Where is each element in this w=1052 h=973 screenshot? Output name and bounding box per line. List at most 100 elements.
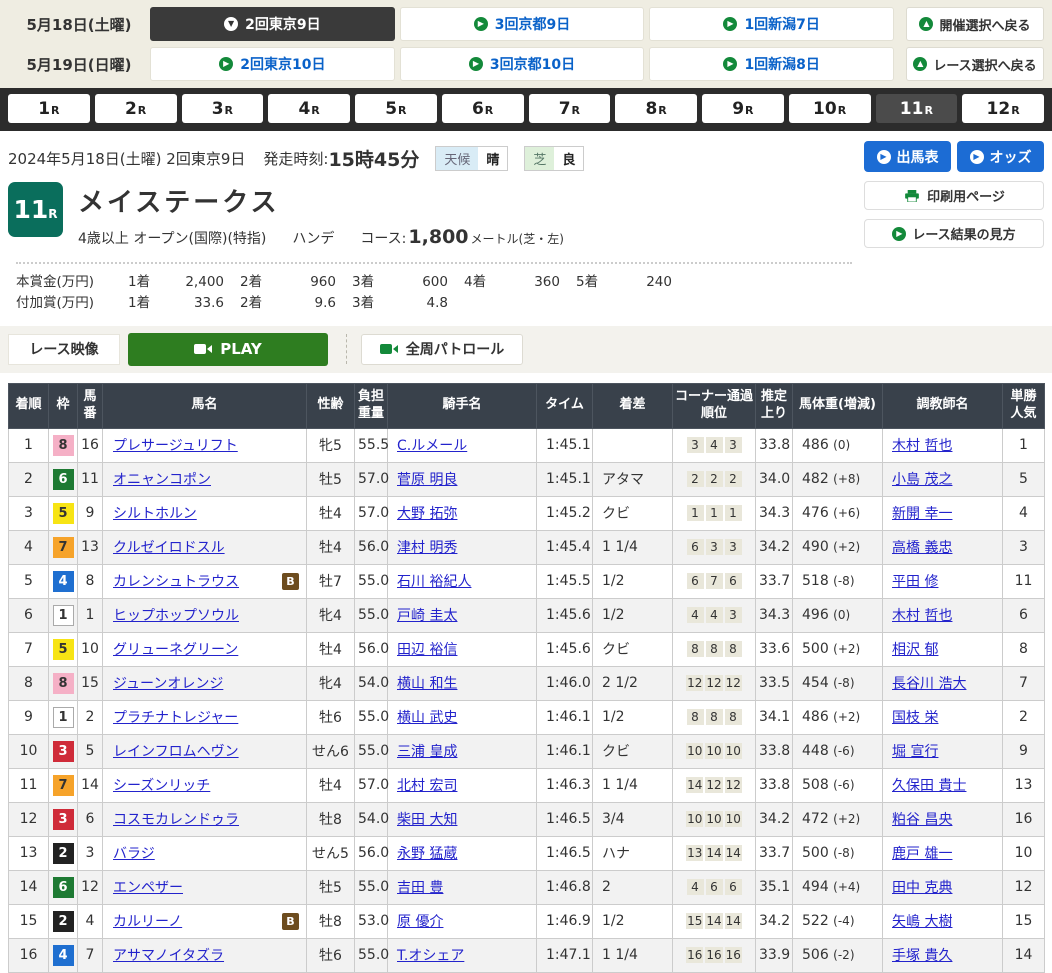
- race-tab-10r[interactable]: 10R: [789, 94, 871, 123]
- trainer-link[interactable]: 手塚 貴久: [892, 948, 952, 964]
- table-row: 1035レインフロムヘヴンせん655.0三浦 皇成1:46.1クビ1010103…: [9, 734, 1045, 768]
- race-tab-7r[interactable]: 7R: [529, 94, 611, 123]
- last-3f: 34.0: [756, 462, 793, 496]
- jockey-link[interactable]: 津村 明秀: [397, 540, 457, 556]
- race-tab-8r[interactable]: 8R: [615, 94, 697, 123]
- trainer-link[interactable]: 高橋 義忠: [892, 540, 952, 556]
- horse-name-link[interactable]: シルトホルン: [113, 503, 197, 523]
- corner-positions: 101010: [673, 802, 756, 836]
- how-to-read-button[interactable]: ▶ レース結果の見方: [864, 219, 1044, 248]
- sex-age: 牡7: [307, 564, 355, 598]
- horse-name-link[interactable]: グリューネグリーン: [113, 639, 238, 659]
- jockey-link[interactable]: T.オシェア: [397, 948, 464, 964]
- jockey-link[interactable]: 柴田 大知: [397, 812, 457, 828]
- trainer-link[interactable]: 新開 幸一: [892, 506, 952, 522]
- trainer-link[interactable]: 小島 茂之: [892, 472, 952, 488]
- trainer-link[interactable]: 鹿戸 雄一: [892, 846, 952, 862]
- horse-name-link[interactable]: カルリーノ: [113, 911, 182, 931]
- jockey-link[interactable]: 横山 武史: [397, 710, 457, 726]
- trainer-link[interactable]: 木村 哲也: [892, 438, 952, 454]
- trainer-link[interactable]: 木村 哲也: [892, 608, 952, 624]
- venue-tab-niigata8[interactable]: ▶ 1回新潟8日: [649, 47, 894, 81]
- horse-name-link[interactable]: プラチナトレジャー: [113, 707, 238, 727]
- trainer-link[interactable]: 平田 修: [892, 574, 938, 590]
- back-to-race-select-button[interactable]: ▲ レース選択へ戻る: [906, 47, 1044, 81]
- margin: 2 1/2: [593, 666, 673, 700]
- date-label: 5月19日(日曜): [8, 47, 150, 81]
- trainer-link[interactable]: 国枝 栄: [892, 710, 938, 726]
- horse-name-link[interactable]: プレサージュリフト: [113, 435, 238, 455]
- jockey-link[interactable]: 田辺 裕信: [397, 642, 457, 658]
- horse-name-link[interactable]: クルゼイロドスル: [113, 537, 225, 557]
- horse-name-link[interactable]: コスモカレンドゥラ: [113, 809, 239, 829]
- horse-name-link[interactable]: バラジ: [113, 843, 155, 863]
- race-tab-2r[interactable]: 2R: [95, 94, 177, 123]
- horse-name-link[interactable]: オニャンコポン: [113, 469, 211, 489]
- venue-tab-tokyo9[interactable]: ▼ 2回東京9日: [150, 7, 395, 41]
- race-tab-4r[interactable]: 4R: [268, 94, 350, 123]
- jockey-link[interactable]: 三浦 皇成: [397, 744, 457, 760]
- last-3f: 33.7: [756, 564, 793, 598]
- trainer-link[interactable]: 堀 宣行: [892, 744, 938, 760]
- race-video-button[interactable]: レース映像: [8, 334, 120, 365]
- race-tab-1r[interactable]: 1R: [8, 94, 90, 123]
- race-tab-6r[interactable]: 6R: [442, 94, 524, 123]
- odds-button[interactable]: ▶ オッズ: [957, 141, 1044, 172]
- frame-cell: 8: [49, 428, 78, 462]
- print-page-button[interactable]: 印刷用ページ: [864, 181, 1044, 210]
- race-tab-11r[interactable]: 11R: [876, 94, 958, 123]
- col-body-weight: 馬体重(増減): [793, 383, 883, 428]
- race-tab-number: 6: [472, 99, 484, 119]
- carried-weight: 57.0: [355, 768, 388, 802]
- trainer-link[interactable]: 長谷川 浩大: [892, 676, 966, 692]
- jockey-link[interactable]: 吉田 豊: [397, 880, 443, 896]
- patrol-video-button[interactable]: 全周パトロール: [361, 334, 523, 365]
- horse-number: 1: [78, 598, 103, 632]
- race-tab-12r[interactable]: 12R: [962, 94, 1044, 123]
- venue-tab-kyoto10[interactable]: ▶ 3回京都10日: [400, 47, 645, 81]
- jockey-link[interactable]: 永野 猛蔵: [397, 846, 457, 862]
- jockey-link[interactable]: 石川 裕紀人: [397, 574, 471, 590]
- race-tab-3r[interactable]: 3R: [182, 94, 264, 123]
- chevron-down-icon: ▼: [224, 17, 238, 31]
- jockey-link[interactable]: 戸崎 圭太: [397, 608, 457, 624]
- jockey-link[interactable]: 横山 和生: [397, 676, 457, 692]
- trainer-link[interactable]: 矢嶋 大樹: [892, 914, 952, 930]
- horse-number: 11: [78, 462, 103, 496]
- race-tab-9r[interactable]: 9R: [702, 94, 784, 123]
- race-tab-5r[interactable]: 5R: [355, 94, 437, 123]
- jockey-link[interactable]: 菅原 明良: [397, 472, 457, 488]
- trainer-link[interactable]: 田中 克典: [892, 880, 952, 896]
- horse-name-link[interactable]: レインフロムヘヴン: [113, 741, 239, 761]
- trainer-link[interactable]: 粕谷 昌央: [892, 812, 952, 828]
- horse-name-link[interactable]: ジューンオレンジ: [113, 673, 223, 693]
- horse-name-link[interactable]: エンペザー: [113, 877, 183, 897]
- back-to-meeting-select-button[interactable]: ▲ 開催選択へ戻る: [906, 7, 1044, 41]
- venue-tab-tokyo10[interactable]: ▶ 2回東京10日: [150, 47, 395, 81]
- trainer-link[interactable]: 相沢 郁: [892, 642, 938, 658]
- trainer-link[interactable]: 久保田 貴士: [892, 778, 966, 794]
- course-distance: 1,800: [408, 226, 468, 248]
- win-popularity: 5: [1003, 462, 1045, 496]
- jockey-link[interactable]: C.ルメール: [397, 438, 467, 454]
- jockey-link[interactable]: 大野 拓弥: [397, 506, 457, 522]
- carried-weight: 55.5: [355, 428, 388, 462]
- jockey-cell: 横山 武史: [388, 700, 537, 734]
- frame-number-badge: 2: [53, 911, 74, 932]
- body-weight-delta: (-6): [833, 744, 854, 758]
- shutuba-button[interactable]: ▶ 出馬表: [864, 141, 951, 172]
- horse-name-link[interactable]: ヒップホップソウル: [113, 605, 239, 625]
- horse-name-cell: シーズンリッチ: [103, 768, 307, 802]
- jockey-link[interactable]: 北村 宏司: [397, 778, 457, 794]
- jockey-link[interactable]: 原 優介: [397, 914, 443, 930]
- horse-name-link[interactable]: カレンシュトラウス: [113, 571, 239, 591]
- horse-name-link[interactable]: アサマノイタズラ: [113, 945, 224, 965]
- venue-tab-niigata7[interactable]: ▶ 1回新潟7日: [649, 7, 894, 41]
- horse-name-cell: シルトホルン: [103, 496, 307, 530]
- venue-tab-kyoto9[interactable]: ▶ 3回京都9日: [400, 7, 645, 41]
- horse-name-link[interactable]: シーズンリッチ: [113, 775, 210, 795]
- time: 1:46.5: [537, 836, 593, 870]
- horse-name-wrap: クルゼイロドスル: [113, 537, 303, 557]
- play-button[interactable]: PLAY: [128, 333, 328, 366]
- horse-name-cell: エンペザー: [103, 870, 307, 904]
